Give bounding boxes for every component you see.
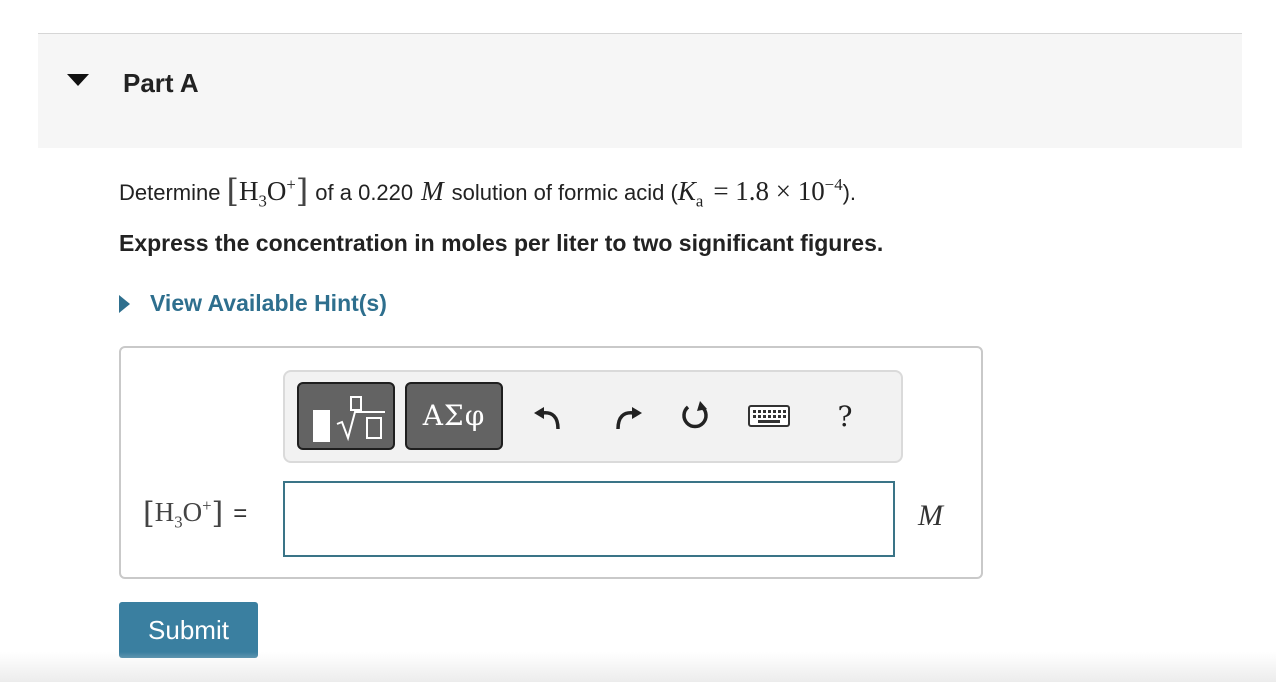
math-toolbar: ΑΣφ ? <box>283 370 903 463</box>
templates-icon[interactable] <box>297 382 395 450</box>
part-title: Part A <box>123 68 199 98</box>
part-header[interactable]: Part A <box>38 34 1242 148</box>
submit-button[interactable]: Submit <box>119 602 258 658</box>
label-right-bracket: ] <box>211 496 224 531</box>
question-middle: of a 0.220 <box>315 180 414 205</box>
answer-panel: ΑΣφ ? [H3O+] = M <box>119 346 983 579</box>
answer-input[interactable] <box>283 481 895 557</box>
collapse-triangle-icon[interactable] <box>67 74 89 86</box>
ka-expression: Ka = 1.8 × 10−4 <box>677 175 843 211</box>
undo-icon[interactable] <box>525 392 573 440</box>
hydronium-formula: H3O+ <box>238 175 296 211</box>
redo-icon[interactable] <box>603 392 651 440</box>
greek-letters-icon[interactable]: ΑΣφ <box>405 382 503 450</box>
label-left-bracket: [ <box>143 496 155 531</box>
question-prefix: Determine <box>119 180 221 205</box>
molar-symbol: M <box>421 176 444 206</box>
equals-sign: = <box>233 500 248 527</box>
label-formula: H3O+ <box>154 496 212 532</box>
template-block <box>313 410 330 442</box>
right-bracket: ] <box>295 172 309 210</box>
instruction-text: Express the concentration in moles per l… <box>119 230 884 256</box>
reset-icon[interactable] <box>671 392 719 440</box>
hint-label[interactable]: View Available Hint(s) <box>150 290 387 317</box>
help-icon[interactable]: ? <box>821 392 869 440</box>
expand-caret-icon <box>119 294 130 313</box>
sqrt-template-icon <box>336 396 385 442</box>
answer-label: [ H3O+ ] = <box>143 494 248 532</box>
keyboard-icon[interactable] <box>745 392 793 440</box>
question-suffix: solution of formic acid ( <box>451 180 678 205</box>
unit-label: M <box>918 499 943 532</box>
view-hints-link[interactable]: View Available Hint(s) <box>119 290 387 317</box>
question-text: Determine [ H3O+ ] of a 0.220 M solution… <box>119 170 857 211</box>
question-closing: ). <box>842 180 857 205</box>
left-bracket: [ <box>226 172 239 210</box>
